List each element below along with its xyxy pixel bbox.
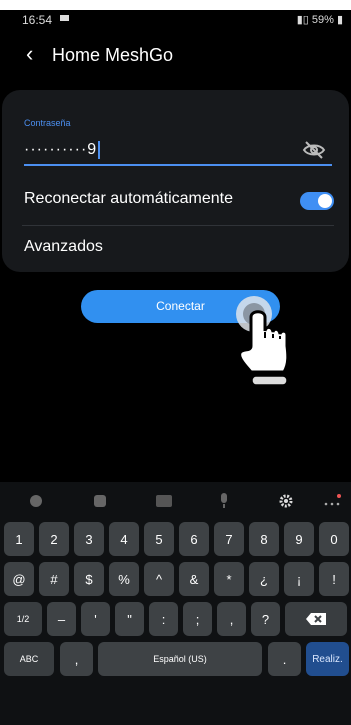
key-comma-symbol[interactable]: ,	[217, 602, 246, 636]
key-inverted-question[interactable]: ¿	[249, 562, 279, 596]
space-bar[interactable]: Español (US)	[98, 642, 262, 676]
status-time: 16:54	[22, 13, 53, 27]
page-title: Home MeshGo	[52, 45, 174, 65]
key-dollar[interactable]: $	[74, 562, 104, 596]
advanced-option[interactable]: Avanzados	[24, 238, 103, 256]
key-inverted-exclamation[interactable]: ¡	[284, 562, 314, 596]
phone-screen: 16:54 ▮▯ 59% ▮ ‹ Home MeshGo Contraseña …	[0, 0, 351, 725]
gear-icon[interactable]	[276, 491, 296, 511]
microphone-icon[interactable]	[214, 491, 234, 511]
key-period[interactable]: .	[268, 642, 301, 676]
key-exclamation[interactable]: !	[319, 562, 349, 596]
key-caret[interactable]: ^	[144, 562, 174, 596]
auto-reconnect-toggle[interactable]	[300, 192, 334, 210]
status-battery: ▮▯ 59% ▮	[297, 13, 343, 26]
done-key[interactable]: Realiz.	[306, 642, 349, 676]
password-value: ··········9	[24, 141, 98, 159]
toggle-knob	[318, 194, 332, 208]
back-icon[interactable]: ‹	[26, 41, 33, 67]
key-percent[interactable]: %	[109, 562, 139, 596]
key-1[interactable]: 1	[4, 522, 34, 556]
pointing-hand-icon	[236, 296, 290, 386]
text-cursor	[98, 141, 101, 159]
keyboard-toolbar	[0, 482, 351, 520]
settings-divider	[22, 225, 334, 226]
password-field[interactable]: ··········9	[24, 141, 101, 159]
top-edge	[0, 0, 351, 10]
battery-percent: 59%	[311, 14, 334, 26]
status-bar: 16:54 ▮▯ 59% ▮	[0, 10, 351, 30]
sticker-icon[interactable]	[90, 491, 110, 511]
app-header: ‹ Home MeshGo	[0, 40, 351, 72]
emoji-icon[interactable]	[26, 491, 46, 511]
key-comma[interactable]: ,	[60, 642, 93, 676]
key-quote[interactable]: "	[115, 602, 144, 636]
key-9[interactable]: 9	[284, 522, 314, 556]
video-icon	[60, 15, 69, 21]
key-symbol-page[interactable]: 1/2	[4, 602, 42, 636]
key-asterisk[interactable]: *	[214, 562, 244, 596]
backspace-key[interactable]	[285, 602, 347, 636]
key-8[interactable]: 8	[249, 522, 279, 556]
key-abc[interactable]: ABC	[4, 642, 54, 676]
password-underline	[24, 164, 332, 166]
key-at[interactable]: @	[4, 562, 34, 596]
keyboard: 1 2 3 4 5 6 7 8 9 0 @ # $ % ^ & * ¿ ¡ ! …	[0, 482, 351, 725]
key-colon[interactable]: :	[149, 602, 178, 636]
password-label: Contraseña	[24, 118, 71, 128]
auto-reconnect-label: Reconectar automáticamente	[24, 190, 233, 207]
key-5[interactable]: 5	[144, 522, 174, 556]
key-0[interactable]: 0	[319, 522, 349, 556]
key-4[interactable]: 4	[109, 522, 139, 556]
backspace-icon	[306, 613, 326, 625]
eye-off-icon[interactable]	[302, 140, 326, 160]
key-3[interactable]: 3	[74, 522, 104, 556]
key-ampersand[interactable]: &	[179, 562, 209, 596]
key-dash[interactable]: –	[47, 602, 76, 636]
more-icon[interactable]	[322, 491, 342, 511]
signal-icon: ▮▯	[296, 14, 312, 26]
key-6[interactable]: 6	[179, 522, 209, 556]
key-2[interactable]: 2	[39, 522, 69, 556]
key-question[interactable]: ?	[251, 602, 280, 636]
gif-icon[interactable]	[154, 491, 174, 511]
battery-icon: ▮	[333, 14, 343, 26]
key-7[interactable]: 7	[214, 522, 244, 556]
key-apostrophe[interactable]: '	[81, 602, 110, 636]
key-semicolon[interactable]: ;	[183, 602, 212, 636]
key-hash[interactable]: #	[39, 562, 69, 596]
